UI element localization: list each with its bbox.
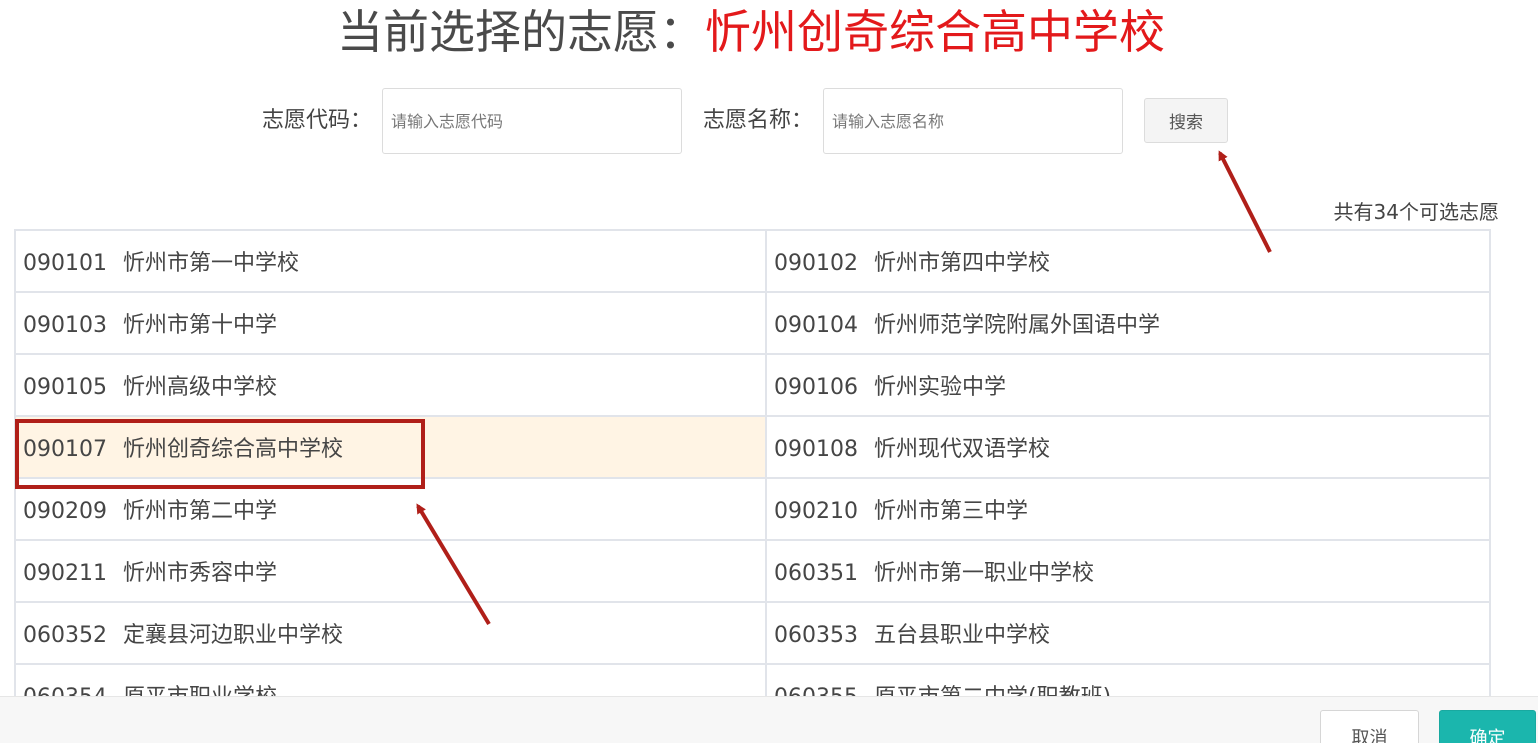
table-row: 090101 忻州市第一中学校 090102 忻州市第四中学校: [14, 229, 1491, 293]
option-name: 定襄县河边职业中学校: [122, 623, 343, 648]
volunteer-option[interactable]: 090210 忻州市第三中学: [765, 477, 1491, 541]
code-search-label: 志愿代码：: [262, 108, 373, 133]
volunteer-option[interactable]: 090106 忻州实验中学: [765, 353, 1491, 417]
option-code: 060351: [774, 561, 858, 586]
volunteer-option[interactable]: 060353 五台县职业中学校: [765, 601, 1491, 665]
dialog-footer: 取消 确定: [0, 696, 1538, 743]
option-code: 090210: [774, 499, 858, 524]
title-prefix: 当前选择的志愿：: [337, 5, 705, 59]
options-count: 共有34个可选志愿: [1333, 200, 1499, 224]
option-code: 090108: [774, 437, 858, 462]
option-name: 忻州市第十中学: [122, 313, 277, 338]
selected-volunteer-name: 忻州创奇综合高中学校: [705, 5, 1165, 59]
volunteer-option[interactable]: 090101 忻州市第一中学校: [14, 229, 767, 293]
option-code: 060355: [774, 685, 858, 696]
option-name: 忻州市第一职业中学校: [873, 561, 1094, 586]
options-table-container[interactable]: 090101 忻州市第一中学校 090102 忻州市第四中学校 090103 忻州市第十中…: [14, 229, 1491, 696]
volunteer-option[interactable]: 060355 原平市第二中学(职教班): [765, 663, 1491, 696]
table-row: 090105 忻州高级中学校 090106 忻州实验中学: [14, 353, 1491, 417]
volunteer-option[interactable]: 090102 忻州市第四中学校: [765, 229, 1491, 293]
table-row: 090107 忻州创奇综合高中学校 090108 忻州现代双语学校: [14, 415, 1491, 479]
volunteer-option[interactable]: 090104 忻州师范学院附属外国语中学: [765, 291, 1491, 355]
option-name: 忻州师范学院附属外国语中学: [873, 313, 1160, 338]
option-name: 忻州市第一中学校: [122, 251, 299, 276]
page-title: 当前选择的志愿：忻州创奇综合高中学校: [0, 2, 1502, 62]
name-search-label: 志愿名称：: [703, 108, 814, 133]
cancel-button[interactable]: 取消: [1320, 710, 1419, 743]
option-name: 忻州高级中学校: [122, 375, 277, 400]
option-name: 忻州市第四中学校: [873, 251, 1050, 276]
option-code: 090211: [23, 561, 107, 586]
option-code: 090105: [23, 375, 107, 400]
option-name: 忻州市第二中学: [122, 499, 277, 524]
code-search-input[interactable]: [382, 88, 682, 154]
volunteer-selection-dialog: 当前选择的志愿：忻州创奇综合高中学校 志愿代码： 志愿名称： 搜索 共有34个可…: [0, 0, 1538, 743]
options-table: 090101 忻州市第一中学校 090102 忻州市第四中学校 090103 忻州市第十中…: [14, 229, 1491, 696]
volunteer-option[interactable]: 090107 忻州创奇综合高中学校: [14, 415, 767, 479]
table-row: 090211 忻州市秀容中学 060351 忻州市第一职业中学校: [14, 539, 1491, 603]
option-name: 原平市第二中学(职教班): [874, 685, 1111, 696]
option-name: 忻州实验中学: [873, 375, 1006, 400]
option-code: 090103: [23, 313, 107, 338]
option-name: 五台县职业中学校: [873, 623, 1050, 648]
search-button[interactable]: 搜索: [1144, 98, 1228, 143]
table-row: 090103 忻州市第十中学 090104 忻州师范学院附属外国语中学: [14, 291, 1491, 355]
option-code: 090104: [774, 313, 858, 338]
table-row: 090209 忻州市第二中学 090210 忻州市第三中学: [14, 477, 1491, 541]
table-row: 060354 原平市职业学校 060355 原平市第二中学(职教班): [14, 663, 1491, 696]
option-code: 090101: [23, 251, 107, 276]
option-code: 090107: [23, 437, 107, 462]
option-code: 060353: [774, 623, 858, 648]
option-code: 090209: [23, 499, 107, 524]
volunteer-option[interactable]: 090105 忻州高级中学校: [14, 353, 767, 417]
option-code: 060352: [23, 623, 107, 648]
volunteer-option[interactable]: 090108 忻州现代双语学校: [765, 415, 1491, 479]
option-name: 原平市职业学校: [123, 685, 277, 696]
name-search-input[interactable]: [823, 88, 1123, 154]
option-name: 忻州现代双语学校: [873, 437, 1050, 462]
option-name: 忻州创奇综合高中学校: [122, 437, 343, 462]
table-row: 060352 定襄县河边职业中学校 060353 五台县职业中学校: [14, 601, 1491, 665]
confirm-button[interactable]: 确定: [1439, 710, 1536, 743]
volunteer-option[interactable]: 090103 忻州市第十中学: [14, 291, 767, 355]
option-code: 060354: [23, 685, 107, 696]
volunteer-option[interactable]: 060351 忻州市第一职业中学校: [765, 539, 1491, 603]
option-name: 忻州市秀容中学: [122, 561, 277, 586]
volunteer-option[interactable]: 060354 原平市职业学校: [14, 663, 767, 696]
option-code: 090102: [774, 251, 858, 276]
volunteer-option[interactable]: 090209 忻州市第二中学: [14, 477, 767, 541]
option-name: 忻州市第三中学: [873, 499, 1028, 524]
volunteer-option[interactable]: 090211 忻州市秀容中学: [14, 539, 767, 603]
volunteer-option[interactable]: 060352 定襄县河边职业中学校: [14, 601, 767, 665]
option-code: 090106: [774, 375, 858, 400]
